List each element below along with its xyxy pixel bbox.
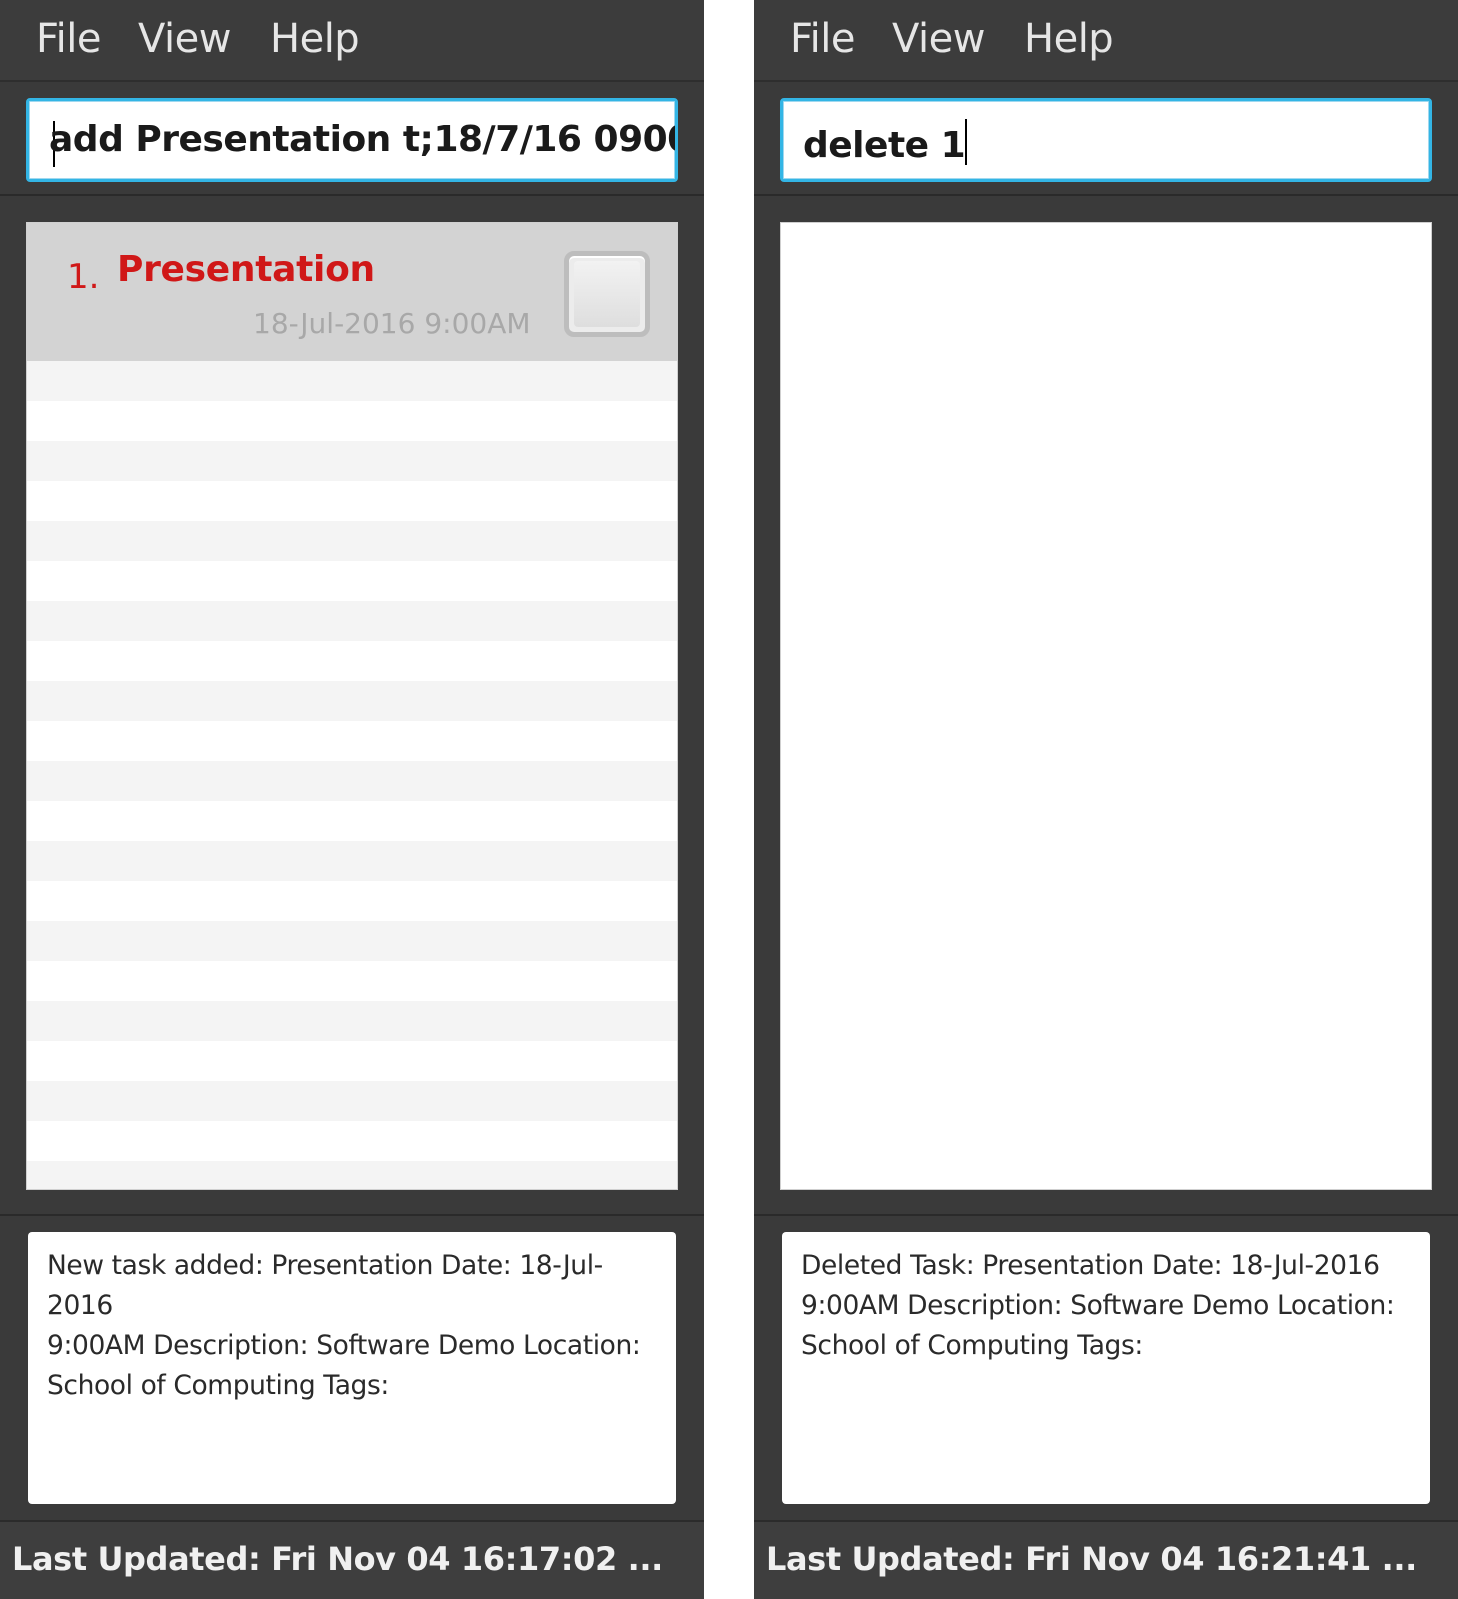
task-list[interactable]: 1. Presentation 18-Jul-2016 9:00AM: [26, 222, 678, 1190]
result-area: New task added: Presentation Date: 18-Ju…: [0, 1214, 704, 1518]
task-date: 18-Jul-2016 9:00AM: [253, 307, 531, 340]
menu-file[interactable]: File: [790, 16, 855, 62]
result-display: Deleted Task: Presentation Date: 18-Jul-…: [782, 1232, 1430, 1504]
task-index: 1.: [67, 257, 100, 297]
result-area: Deleted Task: Presentation Date: 18-Jul-…: [754, 1214, 1458, 1518]
command-input-text: add Presentation t;18/7/16 0900 a;S: [49, 119, 675, 160]
last-updated-status: Last Updated: Fri Nov 04 16:21:41 ...: [766, 1540, 1417, 1578]
app-window-left: File View Help add Presentation t;18/7/1…: [0, 0, 704, 1599]
command-input-value: delete 1: [803, 125, 966, 166]
task-card[interactable]: 1. Presentation 18-Jul-2016 9:00AM: [27, 223, 677, 361]
result-message: Deleted Task: Presentation Date: 18-Jul-…: [801, 1250, 1395, 1361]
command-input[interactable]: add Presentation t;18/7/16 0900 a;S: [26, 98, 678, 182]
result-message: New task added: Presentation Date: 18-Ju…: [47, 1250, 641, 1401]
menu-view[interactable]: View: [138, 16, 231, 62]
status-bar: Last Updated: Fri Nov 04 16:21:41 ...: [754, 1520, 1458, 1599]
menu-bar: File View Help: [0, 0, 704, 82]
app-window-right: File View Help delete 1 Deleted Task: Pr…: [754, 0, 1458, 1599]
task-complete-checkbox[interactable]: [564, 251, 650, 337]
command-area: add Presentation t;18/7/16 0900 a;S: [0, 84, 704, 196]
command-input-text: delete 1: [803, 119, 968, 166]
menu-file[interactable]: File: [36, 16, 101, 62]
menu-help[interactable]: Help: [1024, 16, 1114, 62]
status-bar: Last Updated: Fri Nov 04 16:17:02 ...: [0, 1520, 704, 1599]
task-list[interactable]: [780, 222, 1432, 1190]
command-area: delete 1: [754, 84, 1458, 196]
menu-view[interactable]: View: [892, 16, 985, 62]
result-display: New task added: Presentation Date: 18-Ju…: [28, 1232, 676, 1504]
text-caret: [965, 119, 968, 165]
task-name: Presentation: [117, 249, 375, 290]
command-input[interactable]: delete 1: [780, 98, 1432, 182]
menu-bar: File View Help: [754, 0, 1458, 82]
menu-help[interactable]: Help: [270, 16, 360, 62]
last-updated-status: Last Updated: Fri Nov 04 16:17:02 ...: [12, 1540, 663, 1578]
